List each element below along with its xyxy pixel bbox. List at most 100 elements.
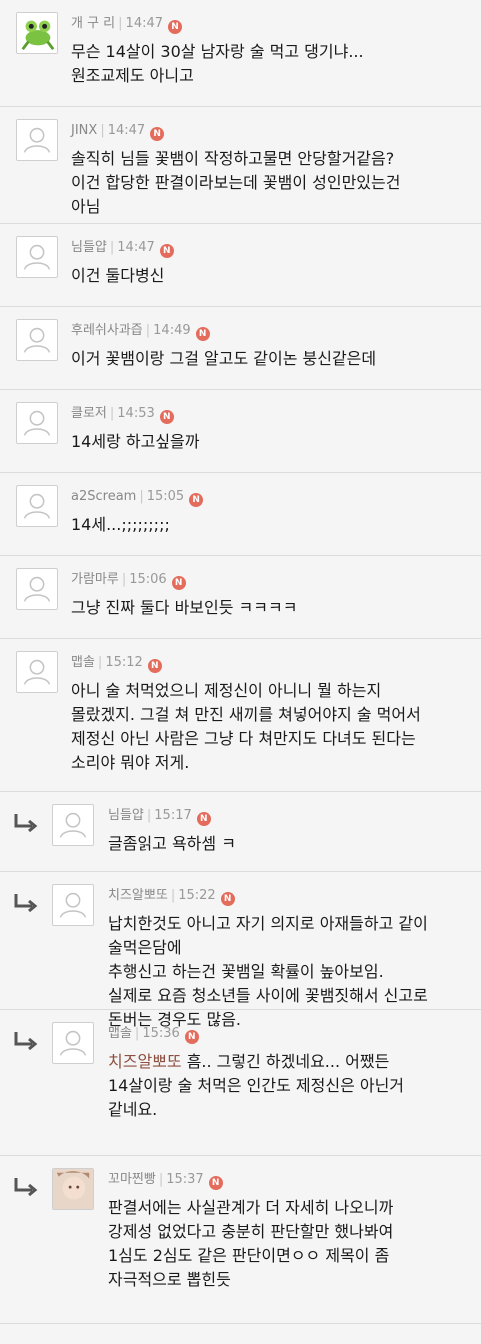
comment-body: 맵솔 | 15:36 N 치즈알뽀또 흠.. 그렇긴 하겠네요... 어쨌든 14살이랑… [108,1024,463,1122]
default-user-icon[interactable] [16,651,58,693]
meta-divider: | [118,16,123,31]
new-badge: N [171,576,186,590]
new-badge: N [184,1030,199,1044]
reply-arrow-icon [12,1030,40,1052]
comment-text: 치즈알뽀또 흠.. 그렇긴 하겠네요... 어쨌든 14살이랑 술 처먹은 인간… [108,1050,463,1122]
comment-body: 개 구 리 | 14:47 N 무슨 14살이 30살 남자랑 술 먹고 댕기냐... … [71,14,463,88]
author-nickname[interactable]: 꼬마찐빵 [108,1172,156,1187]
comment-text-content: 14세...;;;;;;;;; [71,515,170,534]
author-nickname[interactable]: 클로저 [71,406,107,421]
comment-list: 개 구 리 | 14:47 N 무슨 14살이 30살 남자랑 술 먹고 댕기냐... … [0,0,481,1324]
comment-text-content: 그냥 진짜 둘다 바보인듯 ㅋㅋㅋㅋ [71,598,298,617]
default-user-icon[interactable] [52,1022,94,1064]
author-nickname[interactable]: 맵솔 [71,655,95,670]
comment-body: a2Scream | 15:05 N 14세...;;;;;;;;; [71,487,463,537]
comment-text: 무슨 14살이 30살 남자랑 술 먹고 댕기냐... 원조교제도 아니고 [71,40,463,88]
comment-text-content: 14세랑 하고싶을까 [71,432,200,451]
new-badge: N [208,1176,223,1190]
meta-divider: | [170,888,176,903]
comment-text-content: 이건 둘다병신 [71,266,165,285]
new-badge: N [150,127,165,141]
comment-text: 14세...;;;;;;;;; [71,513,463,537]
meta-divider: | [139,489,144,504]
comment-text-content: 솔직히 님들 꽃뱀이 작정하고물면 안당할거같음? 이건 합당한 판결이라보는데… [71,149,401,216]
author-nickname[interactable]: 님들얍 [71,240,107,255]
comment-time: 14:47 [117,240,155,255]
photo-avatar[interactable] [52,1168,94,1210]
author-nickname[interactable]: 치즈알뽀또 [108,888,168,903]
comment-meta: 개 구 리 | 14:47 N [71,14,463,34]
comment-meta: 클로저 | 14:53 N [71,404,463,424]
comment-text: 그냥 진짜 둘다 바보인듯 ㅋㅋㅋㅋ [71,596,463,620]
comment: JINX | 14:47 N 솔직히 님들 꽃뱀이 작정하고물면 안당할거같음? 이건 … [0,107,481,224]
comment-time: 15:05 [146,489,185,504]
default-user-icon[interactable] [16,402,58,444]
reply-comment: 맵솔 | 15:36 N 치즈알뽀또 흠.. 그렇긴 하겠네요... 어쨌든 14살이랑… [0,1010,481,1156]
comment-time: 15:37 [166,1172,204,1187]
default-user-icon[interactable] [16,236,58,278]
comment-body: 님들얍 | 14:47 N 이건 둘다병신 [71,238,463,288]
default-user-icon[interactable] [52,884,94,926]
comment: 님들얍 | 14:47 N 이건 둘다병신 [0,224,481,307]
comment-text: 이건 둘다병신 [71,264,463,288]
author-nickname[interactable]: 후레쉬사과즙 [71,323,143,338]
comment-meta: 꼬마찐빵 | 15:37 N [108,1170,463,1190]
comment-meta: 후레쉬사과즙 | 14:49 N [71,321,463,341]
new-badge: N [189,493,204,507]
comment-body: 맵솔 | 15:12 N 아니 술 처먹었으니 제정신이 아니니 뭘 하는지 몰랐겠지.… [71,653,463,775]
frog-avatar[interactable] [16,12,58,54]
author-nickname[interactable]: 가람마루 [71,572,119,587]
comment: 맵솔 | 15:12 N 아니 술 처먹었으니 제정신이 아니니 뭘 하는지 몰랐겠지.… [0,639,481,792]
comment-meta: 가람마루 | 15:06 N [71,570,463,590]
meta-divider: | [145,323,151,338]
meta-divider: | [109,406,115,421]
reply-arrow-icon [12,1176,40,1198]
comment: 후레쉬사과즙 | 14:49 N 이거 꽃뱀이랑 그걸 알고도 같이논 붕신같은데 [0,307,481,390]
comment-time: 14:49 [153,323,191,338]
comment-body: 가람마루 | 15:06 N 그냥 진짜 둘다 바보인듯 ㅋㅋㅋㅋ [71,570,463,620]
reply-arrow-icon [12,892,40,914]
reply-comment: 님들얍 | 15:17 N 글좀읽고 욕하셈 ㅋ [0,792,481,872]
new-badge: N [220,892,235,906]
meta-divider: | [100,123,105,138]
comment-time: 14:47 [125,16,164,31]
comment-text-content: 판결서에는 사실관계가 더 자세히 나오니까 강제성 없었다고 충분히 판단할만… [108,1198,394,1289]
author-nickname[interactable]: 님들얍 [108,808,144,823]
comment-text: 이거 꽃뱀이랑 그걸 알고도 같이논 붕신같은데 [71,347,463,371]
default-user-icon[interactable] [52,804,94,846]
author-nickname[interactable]: JINX [71,123,97,138]
comment-text: 글좀읽고 욕하셈 ㅋ [108,832,463,856]
comment-body: JINX | 14:47 N 솔직히 님들 꽃뱀이 작정하고물면 안당할거같음? 이건 … [71,121,463,219]
mention-link[interactable]: 치즈알뽀또 [108,1052,182,1071]
comment-text-content: 아니 술 처먹었으니 제정신이 아니니 뭘 하는지 몰랐겠지. 그걸 쳐 만진 … [71,681,421,772]
comment: a2Scream | 15:05 N 14세...;;;;;;;;; [0,473,481,556]
comment: 가람마루 | 15:06 N 그냥 진짜 둘다 바보인듯 ㅋㅋㅋㅋ [0,556,481,639]
comment-text-content: 이거 꽃뱀이랑 그걸 알고도 같이논 붕신같은데 [71,349,377,368]
comment-meta: a2Scream | 15:05 N [71,487,463,507]
comment-body: 후레쉬사과즙 | 14:49 N 이거 꽃뱀이랑 그걸 알고도 같이논 붕신같은데 [71,321,463,371]
comment-body: 클로저 | 14:53 N 14세랑 하고싶을까 [71,404,463,454]
comment-body: 님들얍 | 15:17 N 글좀읽고 욕하셈 ㅋ [108,806,463,856]
author-nickname[interactable]: 개 구 리 [71,16,115,31]
comment-time: 14:53 [117,406,155,421]
meta-divider: | [97,655,103,670]
meta-divider: | [158,1172,164,1187]
comment-text: 아니 술 처먹었으니 제정신이 아니니 뭘 하는지 몰랐겠지. 그걸 쳐 만진 … [71,679,463,775]
comment-time: 14:47 [107,123,146,138]
author-nickname[interactable]: 맵솔 [108,1026,132,1041]
default-user-icon[interactable] [16,568,58,610]
comment-text-content: 글좀읽고 욕하셈 ㅋ [108,834,236,853]
reply-comment: 치즈알뽀또 | 15:22 N 납치한것도 아니고 자기 의지로 아재들하고 같이 술먹… [0,872,481,1029]
default-user-icon[interactable] [16,319,58,361]
comment: 개 구 리 | 14:47 N 무슨 14살이 30살 남자랑 술 먹고 댕기냐... … [0,0,481,107]
default-user-icon[interactable] [16,485,58,527]
comment-time: 15:22 [178,888,216,903]
comment-meta: 치즈알뽀또 | 15:22 N [108,886,463,906]
comment-text: 14세랑 하고싶을까 [71,430,463,454]
default-user-icon[interactable] [16,119,58,161]
new-badge: N [195,327,210,341]
new-badge: N [168,20,183,34]
comment-time: 15:36 [142,1026,180,1041]
meta-divider: | [134,1026,140,1041]
author-nickname[interactable]: a2Scream [71,489,136,504]
